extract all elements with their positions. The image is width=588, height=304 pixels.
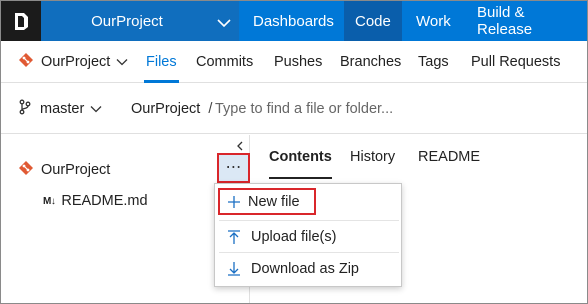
git-repo-icon bbox=[19, 161, 33, 179]
tab-contents[interactable]: Contents bbox=[269, 135, 332, 179]
download-icon bbox=[217, 262, 251, 276]
collapse-pane-icon[interactable] bbox=[234, 140, 246, 152]
chevron-down-icon bbox=[90, 101, 102, 117]
branch-selector[interactable]: master bbox=[19, 84, 102, 134]
nav-build-release[interactable]: Build & Release bbox=[466, 1, 587, 41]
project-selector[interactable]: OurProject bbox=[41, 1, 239, 41]
markdown-icon: M↓ bbox=[43, 195, 56, 207]
tab-files[interactable]: Files bbox=[144, 41, 179, 83]
path-search-input[interactable] bbox=[215, 96, 515, 122]
menu-item-label: New file bbox=[248, 193, 300, 210]
app-window: OurProject Dashboards Code Work Build & … bbox=[0, 0, 588, 304]
tree-item-readme[interactable]: M↓ README.md bbox=[43, 189, 148, 213]
git-repo-icon bbox=[19, 53, 33, 71]
context-menu: New file Upload file(s) Download as Zip bbox=[214, 183, 402, 287]
tab-commits[interactable]: Commits bbox=[196, 41, 253, 83]
path-bar: master OurProject / bbox=[1, 84, 587, 134]
menu-item-label: Upload file(s) bbox=[251, 229, 337, 245]
menu-item-download-zip[interactable]: Download as Zip bbox=[215, 254, 401, 284]
menu-divider bbox=[219, 220, 399, 221]
breadcrumb: OurProject / bbox=[131, 84, 218, 134]
more-actions-button[interactable]: ⋯ bbox=[217, 153, 250, 183]
nav-code[interactable]: Code bbox=[344, 1, 402, 41]
plus-icon bbox=[220, 195, 248, 208]
tab-branches[interactable]: Branches bbox=[340, 41, 401, 83]
more-icon: ⋯ bbox=[225, 159, 242, 176]
tab-pushes[interactable]: Pushes bbox=[274, 41, 322, 83]
top-navigation-bar: OurProject Dashboards Code Work Build & … bbox=[1, 1, 587, 41]
tab-tags[interactable]: Tags bbox=[418, 41, 449, 83]
breadcrumb-root[interactable]: OurProject bbox=[131, 101, 200, 117]
tab-readme[interactable]: README bbox=[418, 135, 480, 179]
breadcrumb-separator: / bbox=[208, 101, 213, 117]
repo-name: OurProject bbox=[41, 54, 111, 70]
branch-icon bbox=[19, 99, 31, 119]
upload-icon bbox=[217, 230, 251, 244]
chevron-down-icon bbox=[116, 54, 128, 70]
chevron-down-icon bbox=[217, 15, 231, 32]
project-title: OurProject bbox=[91, 12, 163, 30]
nav-dashboards[interactable]: Dashboards bbox=[242, 1, 345, 41]
tree-item-label: OurProject bbox=[41, 162, 111, 178]
menu-item-new-file[interactable]: New file bbox=[218, 188, 316, 215]
tab-history[interactable]: History bbox=[350, 135, 395, 179]
tree-item-label: README.md bbox=[61, 193, 148, 209]
branch-name: master bbox=[40, 101, 85, 117]
menu-divider bbox=[219, 252, 399, 253]
tree-item-root[interactable]: OurProject bbox=[19, 156, 110, 184]
menu-item-upload[interactable]: Upload file(s) bbox=[215, 222, 401, 252]
vsts-logo-icon[interactable] bbox=[1, 1, 41, 41]
code-hub-tabs: OurProject Files Commits Pushes Branches… bbox=[1, 41, 587, 83]
tab-pull-requests[interactable]: Pull Requests bbox=[471, 41, 560, 83]
repo-selector[interactable]: OurProject bbox=[19, 41, 128, 83]
menu-item-label: Download as Zip bbox=[251, 261, 359, 277]
nav-work[interactable]: Work bbox=[405, 1, 462, 41]
